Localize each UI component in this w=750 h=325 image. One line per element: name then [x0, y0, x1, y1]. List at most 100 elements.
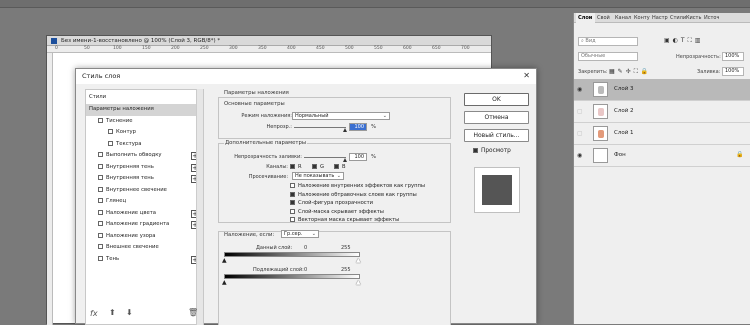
style-item[interactable]: Тиснение — [86, 116, 203, 128]
style-item[interactable]: Наложение градиента + — [86, 219, 203, 231]
style-checkbox[interactable] — [98, 221, 103, 226]
fill-opacity-slider[interactable] — [304, 157, 346, 158]
layer-row-background[interactable]: ◉ Фон 🔒 — [574, 145, 750, 167]
fill-opacity-value[interactable]: 100 — [349, 153, 367, 161]
fx-icon[interactable]: fx — [90, 309, 98, 318]
underlying-white-slider[interactable]: ▲ — [356, 279, 361, 286]
layer-row-1[interactable]: ▢ Слой 1 — [574, 123, 750, 145]
style-checkbox[interactable] — [98, 186, 103, 192]
style-checkbox[interactable] — [98, 117, 103, 123]
channel-b-checkbox[interactable]: B — [334, 164, 346, 170]
style-checkbox[interactable] — [98, 152, 103, 157]
panel-tab[interactable]: Слои — [576, 13, 595, 23]
style-item[interactable]: Наложение узора — [86, 231, 203, 243]
ruler-tick-label: 250 — [200, 46, 209, 51]
this-layer-white-slider[interactable]: ▲ — [356, 257, 361, 264]
advanced-option-checkbox[interactable]: Слой-маска скрывает эффекты — [290, 208, 384, 215]
lock-icons[interactable]: ▦✎✢⛶🔒 — [609, 68, 651, 76]
this-layer-label: Данный слой: — [256, 245, 293, 251]
fill-field[interactable]: 100% — [722, 67, 744, 76]
style-item[interactable]: Внутренняя тень + — [86, 173, 203, 185]
ruler-tick-label: 350 — [258, 46, 267, 51]
panel-tab[interactable]: Источ — [702, 13, 723, 23]
underlying-black-slider[interactable]: ▲ — [222, 279, 227, 286]
advanced-option-label: Наложение обтравочных слоев как группы — [298, 191, 417, 198]
layer-search-input[interactable]: ⌕ Вид — [578, 37, 638, 46]
preview-checkbox[interactable]: Просмотр — [473, 148, 511, 154]
blend-mode-select[interactable]: Обычные — [578, 52, 638, 61]
panel-tab[interactable]: Кисть — [684, 13, 702, 23]
arrow-down-icon[interactable]: ⬇ — [126, 308, 133, 317]
layer-filter-icons[interactable]: ▣◐T⛶▥ — [664, 37, 703, 45]
panel-tab[interactable]: Конту — [632, 13, 650, 23]
fill-opacity-unit: % — [371, 154, 377, 160]
style-item[interactable]: Наложение цвета + — [86, 208, 203, 220]
style-item-label: Выполнить обводку — [106, 152, 162, 158]
style-checkbox[interactable] — [108, 129, 113, 134]
panel-tab[interactable]: Стили — [668, 13, 686, 23]
styles-header[interactable]: Стили — [86, 92, 203, 104]
layer-style-dialog: Стиль слоя ✕ Стили Параметры наложения Ти… — [75, 68, 537, 325]
channel-r-checkbox[interactable]: R — [290, 164, 302, 170]
eye-icon[interactable]: ◉ — [577, 152, 582, 159]
style-item[interactable]: Внешнее свечение — [86, 242, 203, 254]
document-icon — [51, 38, 57, 44]
fill-opacity-label: Непрозрачность заливки: — [234, 154, 302, 160]
panel-tab[interactable]: Канал — [613, 13, 632, 23]
advanced-option-checkbox[interactable]: Векторная маска скрывает эффекты — [290, 217, 399, 223]
style-checkbox[interactable] — [98, 255, 103, 261]
style-checkbox[interactable] — [108, 140, 113, 146]
advanced-option-checkbox[interactable]: Наложение обтравочных слоев как группы — [290, 191, 417, 198]
opacity-value[interactable]: 100 — [349, 123, 367, 131]
style-checkbox[interactable] — [98, 232, 103, 238]
this-layer-black-slider[interactable]: ▲ — [222, 257, 227, 264]
eye-icon[interactable]: ◉ — [577, 86, 582, 93]
style-checkbox[interactable] — [98, 175, 103, 180]
style-item[interactable]: Параметры наложения — [86, 104, 203, 116]
style-checkbox[interactable] — [98, 244, 103, 249]
opacity-slider[interactable] — [294, 127, 346, 128]
style-item[interactable]: Глянец — [86, 196, 203, 208]
style-item-label: Тиснение — [106, 117, 133, 124]
new-style-button[interactable]: Новый стиль... — [464, 129, 529, 142]
style-checkbox[interactable] — [98, 198, 103, 203]
blend-mode-select[interactable]: Нормальный ⌄ — [292, 112, 390, 120]
styles-scrollbar[interactable] — [196, 89, 203, 325]
eye-icon[interactable]: ▢ — [577, 108, 583, 115]
opacity-slider-knob[interactable] — [343, 128, 347, 132]
preview-swatch — [474, 167, 520, 213]
style-item[interactable]: Внутренняя тень + — [86, 162, 203, 174]
blend-if-select[interactable]: Гр.сер. ⌄ — [281, 230, 319, 238]
trash-icon[interactable]: 🗑 — [188, 308, 198, 317]
underlying-layer-max: 255 — [341, 267, 351, 273]
channel-g-checkbox[interactable]: G — [312, 164, 324, 170]
style-item[interactable]: Тень + — [86, 254, 203, 266]
cancel-button[interactable]: Отмена — [464, 111, 529, 124]
advanced-option-checkbox[interactable]: Наложение внутренних эффектов как группы — [290, 183, 425, 189]
style-item[interactable]: Внутреннее свечение — [86, 185, 203, 197]
layer-row-2[interactable]: ▢ Слой 2 — [574, 101, 750, 123]
opacity-field[interactable]: 100% — [722, 52, 744, 61]
style-item-label: Глянец — [106, 198, 127, 204]
style-checkbox[interactable] — [98, 163, 103, 169]
fill-opacity-slider-knob[interactable] — [343, 158, 347, 162]
ruler-tick-label: 550 — [374, 46, 383, 51]
eye-icon[interactable]: ▢ — [577, 130, 583, 137]
layer-row-3[interactable]: ◉ Слой 3 — [574, 79, 750, 101]
ok-button[interactable]: OK — [464, 93, 529, 106]
panel-tab[interactable]: Настр — [650, 13, 668, 23]
style-item[interactable]: Контур — [86, 127, 203, 139]
style-item-label: Внутренняя тень — [106, 163, 154, 170]
blend-mode-value: Нормальный — [295, 113, 329, 119]
style-item[interactable]: Текстура — [86, 139, 203, 151]
style-item[interactable]: Выполнить обводку + — [86, 150, 203, 162]
close-icon[interactable]: ✕ — [523, 71, 530, 80]
arrow-up-icon[interactable]: ⬆ — [109, 308, 116, 317]
style-checkbox[interactable] — [98, 209, 103, 215]
knockout-select[interactable]: Не показывать ⌄ — [292, 172, 344, 180]
style-item-label: Наложение градиента — [106, 221, 170, 227]
advanced-option-label: Слой-маска скрывает эффекты — [298, 208, 384, 215]
panel-tab[interactable]: Свой — [595, 13, 613, 23]
advanced-option-checkbox[interactable]: Слой-фигура прозрачности — [290, 200, 373, 206]
opacity-unit: % — [371, 124, 377, 130]
